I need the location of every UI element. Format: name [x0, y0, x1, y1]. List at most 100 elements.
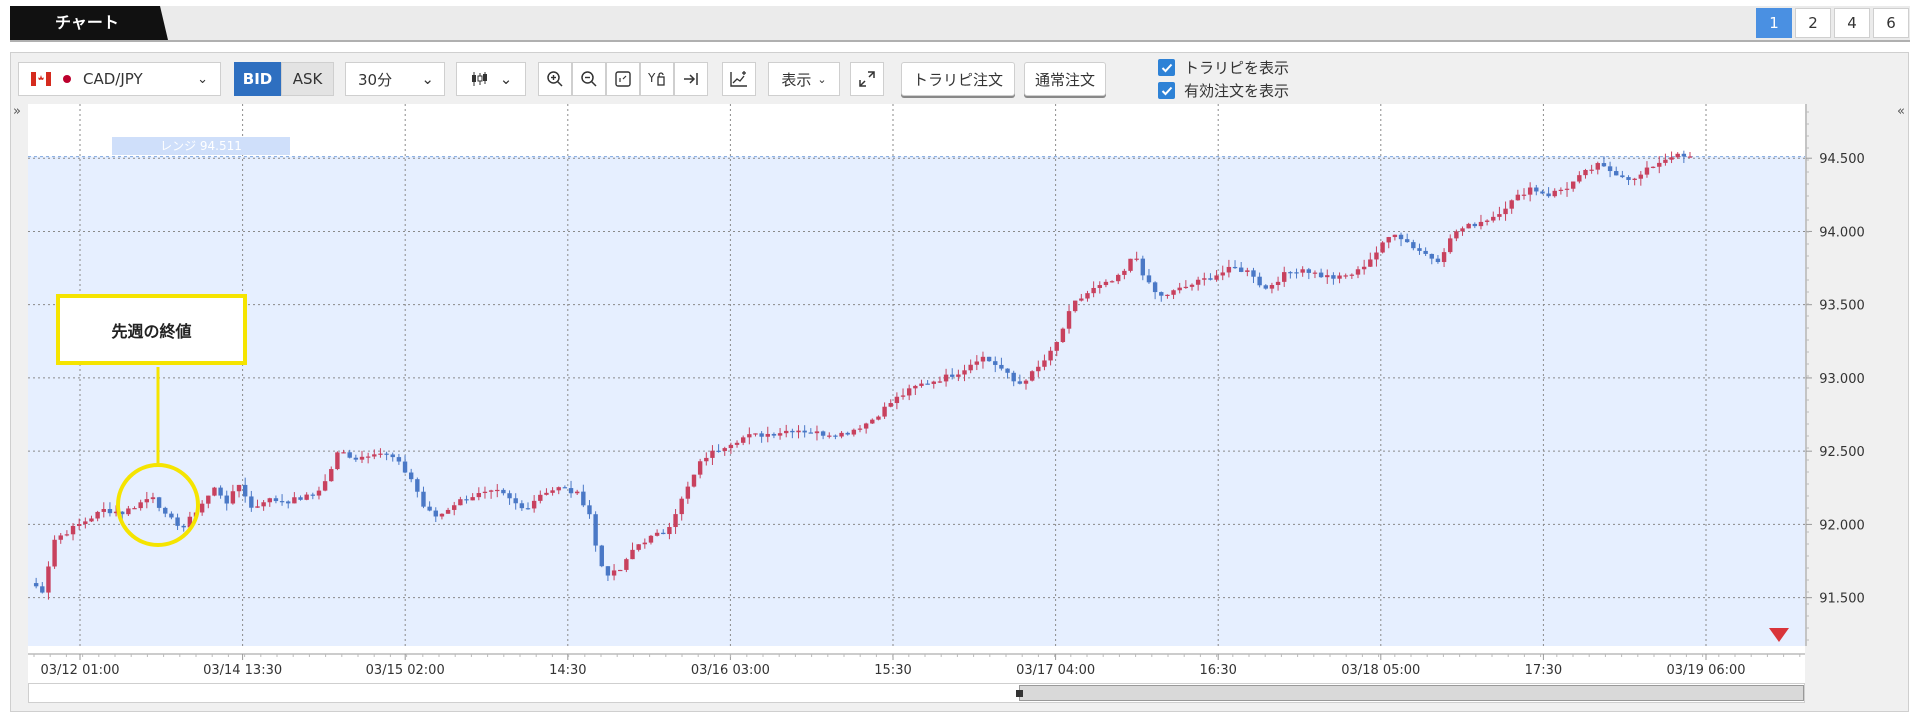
candle-body	[1036, 366, 1041, 372]
candle-body	[279, 501, 285, 503]
x-tick-label: 17:30	[1525, 663, 1562, 678]
candle-body	[415, 479, 420, 492]
candle-body	[1478, 221, 1484, 227]
candle-body	[1491, 216, 1496, 221]
candle-body	[1638, 174, 1644, 179]
candle-body	[1564, 188, 1570, 190]
candle-body	[421, 491, 426, 507]
candle-body	[1152, 282, 1158, 293]
candle-body	[1263, 285, 1268, 289]
candle-body	[839, 432, 844, 437]
x-tick-label: 14:30	[549, 663, 586, 678]
candle-body	[790, 430, 795, 433]
candle-body	[230, 491, 236, 504]
candle-body	[630, 549, 635, 560]
candle-body	[292, 497, 297, 504]
expand-right-icon[interactable]: «	[1897, 104, 1905, 119]
candle-body	[1005, 368, 1010, 373]
candle-body	[1601, 163, 1607, 167]
candle-body	[286, 501, 291, 504]
y-tick-label: 94.500	[1819, 152, 1865, 167]
candle-body	[1177, 287, 1182, 291]
candle-body	[1159, 292, 1164, 296]
x-tick-label: 03/16 03:00	[691, 663, 770, 678]
candle-body	[242, 484, 248, 497]
candle-body	[925, 383, 930, 385]
candle-body	[519, 503, 525, 509]
candle-body	[827, 435, 832, 437]
candle-body	[150, 497, 156, 500]
candle-body	[667, 527, 672, 535]
candle-body	[249, 496, 254, 508]
candle-body	[1448, 238, 1453, 253]
chart-scrollbar[interactable]	[28, 683, 1805, 703]
candle-body	[1140, 258, 1146, 276]
scrollbar-handle[interactable]	[1016, 690, 1023, 697]
candle-body	[550, 490, 555, 493]
candle-body	[1325, 275, 1330, 278]
candle-body	[956, 374, 961, 377]
candle-body	[359, 456, 365, 460]
candle-body	[1079, 298, 1084, 301]
candle-body	[488, 490, 494, 492]
candle-body	[587, 505, 592, 515]
candle-body	[1392, 234, 1398, 238]
candle-body	[618, 569, 623, 572]
candle-body	[1349, 274, 1355, 276]
candle-body	[1411, 242, 1416, 249]
candle-body	[986, 356, 992, 362]
candle-body	[980, 356, 986, 362]
candle-body	[624, 559, 629, 570]
candle-body	[747, 434, 752, 438]
range-label: レンジ 94.511	[160, 139, 242, 153]
y-tick-label: 92.000	[1819, 518, 1865, 533]
candle-body	[593, 514, 598, 546]
candle-body	[495, 489, 500, 492]
candle-body	[1220, 272, 1225, 276]
candle-body	[1122, 270, 1127, 275]
candle-body	[1669, 157, 1674, 160]
candle-body	[728, 444, 734, 449]
candle-body	[1527, 187, 1533, 195]
candle-body	[574, 491, 580, 494]
candle-body	[76, 524, 82, 526]
x-tick-label: 03/15 02:00	[366, 663, 445, 678]
candle-body	[1023, 380, 1029, 384]
candle-body	[58, 535, 63, 540]
candle-body	[445, 509, 451, 514]
candle-body	[1404, 239, 1410, 243]
candle-body	[968, 364, 973, 371]
candle-body	[476, 493, 482, 498]
candle-body	[1368, 259, 1373, 267]
candle-body	[1454, 231, 1459, 239]
candle-body	[999, 364, 1004, 369]
candle-body	[1134, 258, 1139, 260]
candle-body	[507, 493, 512, 499]
candle-body	[1054, 342, 1059, 351]
candle-body	[943, 374, 949, 382]
candle-body	[1466, 223, 1471, 229]
candle-body	[1589, 169, 1594, 171]
candle-body	[1195, 279, 1201, 285]
candle-body	[1109, 281, 1115, 283]
candle-body	[1251, 270, 1256, 277]
expand-left-icon[interactable]: »	[13, 104, 21, 119]
candle-body	[642, 542, 648, 545]
candle-body	[316, 490, 322, 496]
candle-body	[199, 503, 205, 513]
candle-body	[950, 374, 955, 377]
candle-body	[513, 498, 518, 504]
scrollbar-thumb[interactable]	[1016, 685, 1804, 701]
candle-body	[1423, 250, 1428, 254]
candle-body	[1650, 166, 1656, 168]
price-chart[interactable]: 94.500 94.000 93.500 93.000 92.500 92.000 91.5…	[0, 0, 1919, 719]
candle-body	[396, 457, 402, 462]
range-band	[28, 156, 1805, 646]
candle-body	[1294, 272, 1299, 274]
candle-body	[691, 474, 697, 487]
y-axis: 94.500 94.000 93.500 93.000 92.500 92.000 91.5…	[1805, 104, 1865, 646]
candle-body	[212, 487, 217, 496]
candle-body	[759, 433, 764, 437]
candle-body	[1521, 194, 1527, 196]
candle-body	[1029, 371, 1035, 381]
